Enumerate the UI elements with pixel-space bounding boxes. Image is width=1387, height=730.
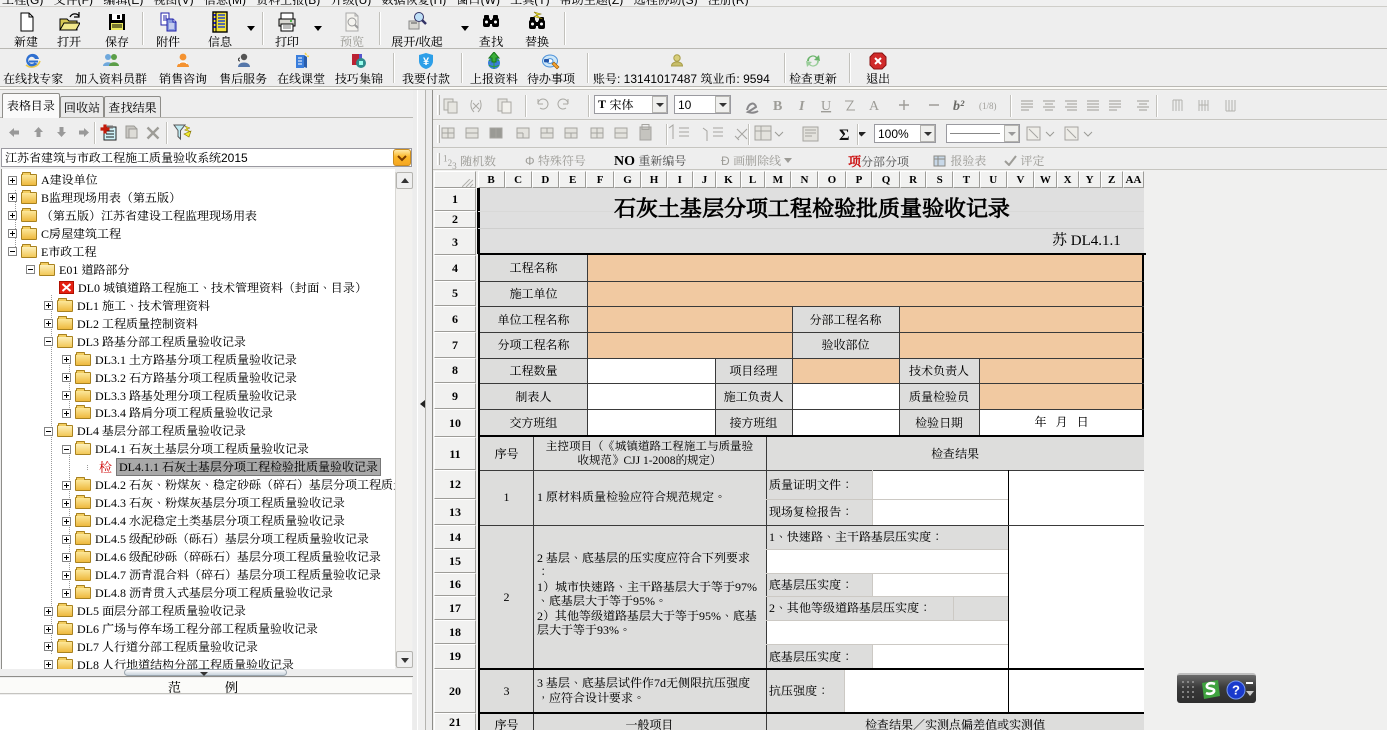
svg-text:?: ? xyxy=(1232,683,1240,698)
svg-text:¥: ¥ xyxy=(423,56,430,68)
svg-text:b²: b² xyxy=(953,99,965,114)
svg-text:(1/8): (1/8) xyxy=(979,101,997,111)
svg-text:B: B xyxy=(773,99,782,114)
svg-text:U: U xyxy=(821,99,831,114)
svg-text:A: A xyxy=(869,99,880,114)
svg-text:Σ: Σ xyxy=(839,127,849,144)
svg-text:I: I xyxy=(798,99,805,114)
